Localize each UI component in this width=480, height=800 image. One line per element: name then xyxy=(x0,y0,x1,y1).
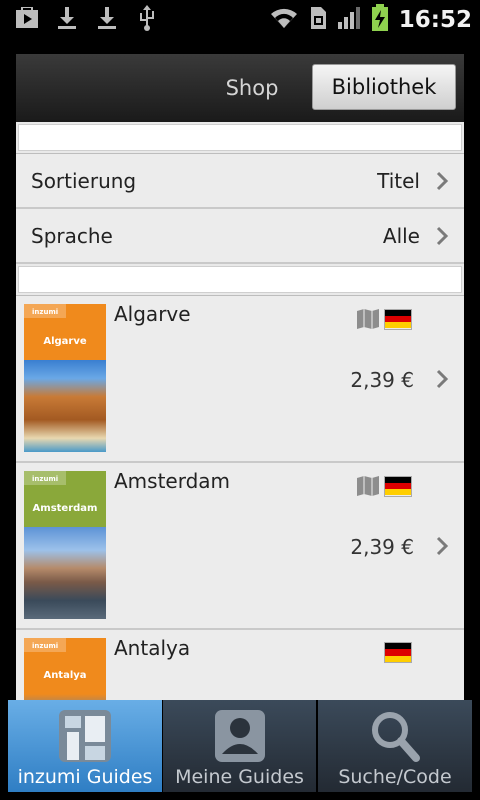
filter-row-sprache[interactable]: Sprache Alle xyxy=(16,209,464,264)
cover-photo xyxy=(24,360,106,452)
cover-brand: inzumi xyxy=(32,642,59,650)
guide-title: Amsterdam xyxy=(114,469,231,493)
filter-value: Titel xyxy=(377,168,420,193)
spacer xyxy=(16,122,464,154)
tab-shop[interactable]: Shop xyxy=(192,66,312,110)
guide-cover: inzumi Algarve xyxy=(24,304,106,452)
tab-suche-code[interactable]: Suche/Code xyxy=(318,700,472,792)
inzumi-guides-icon xyxy=(59,710,111,762)
filter-label: Sortierung xyxy=(31,168,137,193)
filter-label: Sprache xyxy=(31,223,113,248)
tab-label: inzumi Guides xyxy=(17,766,153,788)
guide-title: Algarve xyxy=(114,302,191,326)
header: Shop Bibliothek xyxy=(16,54,464,122)
cover-brand: inzumi xyxy=(32,308,59,316)
usb-icon xyxy=(134,5,160,31)
guide-list-item[interactable]: inzumi Antalya Antalya xyxy=(16,630,464,700)
person-icon xyxy=(214,710,265,762)
cover-title: Algarve xyxy=(43,336,87,347)
guide-list-item[interactable]: inzumi Algarve Algarve 2,39 € xyxy=(16,296,464,463)
guide-list-item[interactable]: inzumi Amsterdam Amsterdam 2,39 € xyxy=(16,463,464,630)
chevron-right-icon xyxy=(436,171,449,190)
tab-label: Suche/Code xyxy=(338,766,452,788)
map-icon xyxy=(357,476,379,496)
tab-meine-guides[interactable]: Meine Guides xyxy=(163,700,316,792)
german-flag-icon xyxy=(384,475,412,497)
cover-title: Antalya xyxy=(43,670,87,681)
tab-label: Meine Guides xyxy=(175,766,304,788)
filter-value: Alle xyxy=(382,223,420,248)
german-flag-icon xyxy=(384,308,412,330)
german-flag-icon xyxy=(384,642,412,663)
search-icon xyxy=(372,712,420,762)
clock: 16:52 xyxy=(398,7,472,33)
status-bar: 16:52 xyxy=(0,0,480,38)
play-store-icon xyxy=(14,5,40,31)
signal-icon xyxy=(337,6,361,34)
guide-price: 2,39 € xyxy=(350,368,414,392)
cover-brand: inzumi xyxy=(32,475,59,483)
filter-row-sortierung[interactable]: Sortierung Titel xyxy=(16,154,464,209)
spacer xyxy=(16,264,464,296)
guide-title: Antalya xyxy=(114,636,191,660)
guide-cover: inzumi Antalya xyxy=(24,638,106,700)
chevron-right-icon xyxy=(436,536,449,556)
download-icon xyxy=(94,5,120,31)
guide-price: 2,39 € xyxy=(350,535,414,559)
tab-inzumi-guides[interactable]: inzumi Guides xyxy=(8,700,162,792)
app-content: Shop Bibliothek Sortierung Titel Sprache… xyxy=(16,54,464,700)
chevron-right-icon xyxy=(436,226,449,245)
battery-charging-icon xyxy=(371,4,389,36)
tab-bibliothek[interactable]: Bibliothek xyxy=(312,64,456,110)
cover-title: Amsterdam xyxy=(32,503,98,514)
sim-icon xyxy=(309,6,327,34)
download-icon xyxy=(54,5,80,31)
guide-cover: inzumi Amsterdam xyxy=(24,471,106,619)
chevron-right-icon xyxy=(436,369,449,389)
map-icon xyxy=(357,309,379,329)
wifi-icon xyxy=(269,6,299,34)
cover-photo xyxy=(24,527,106,619)
bottom-tab-bar: inzumi Guides Meine Guides Suche/Code xyxy=(0,700,480,800)
